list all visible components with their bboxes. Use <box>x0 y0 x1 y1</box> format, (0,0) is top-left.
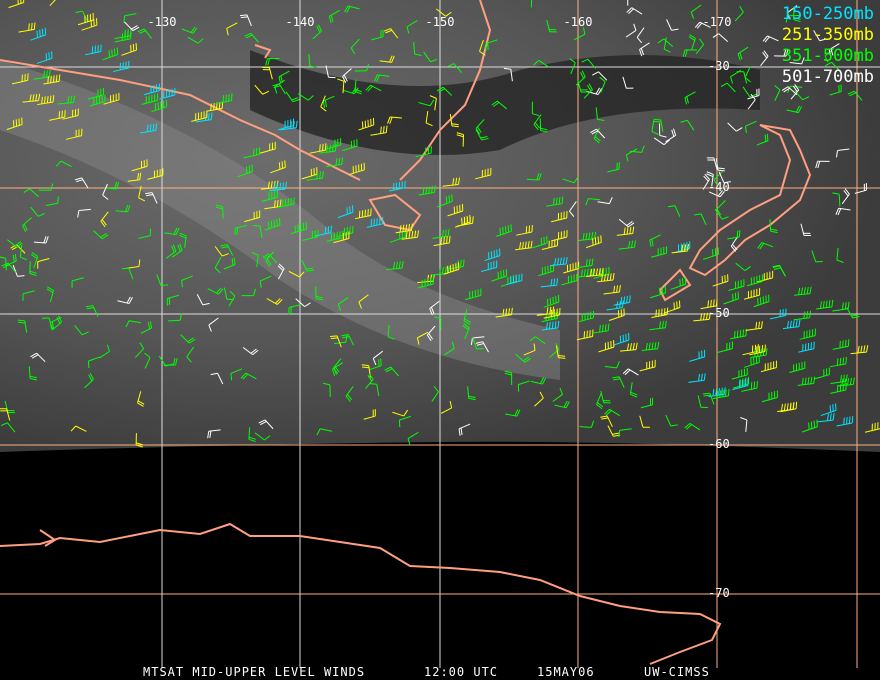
lat-label: -50 <box>708 306 730 320</box>
legend-item: 150-250mb <box>781 4 874 24</box>
legend-item: 501-700mb <box>781 67 874 87</box>
lon-label: -130 <box>147 15 177 29</box>
lat-label: -70 <box>708 586 730 600</box>
source-label: UW-CIMSS <box>644 665 710 679</box>
lat-label: -40 <box>708 180 730 194</box>
date-label: 15MAY06 <box>537 665 595 679</box>
product-title: MTSAT MID-UPPER LEVEL WINDS <box>143 665 366 679</box>
map-canvas <box>0 0 880 668</box>
lat-label: -30 <box>708 59 730 73</box>
lon-label: -160 <box>563 15 593 29</box>
lon-label: -140 <box>285 15 315 29</box>
lon-label: -150 <box>425 15 455 29</box>
wind-map: -130 -140 -150 -160 -170 -30 -40 -50 -60… <box>0 0 880 680</box>
legend-item: 251-350mb <box>781 25 874 45</box>
legend-item: 351-500mb <box>781 46 874 66</box>
lon-label: -170 <box>702 15 732 29</box>
pressure-legend: 150-250mb 251-350mb 351-500mb 501-700mb <box>782 4 874 88</box>
time-label: 12:00 UTC <box>424 665 499 679</box>
lat-label: -60 <box>708 437 730 451</box>
